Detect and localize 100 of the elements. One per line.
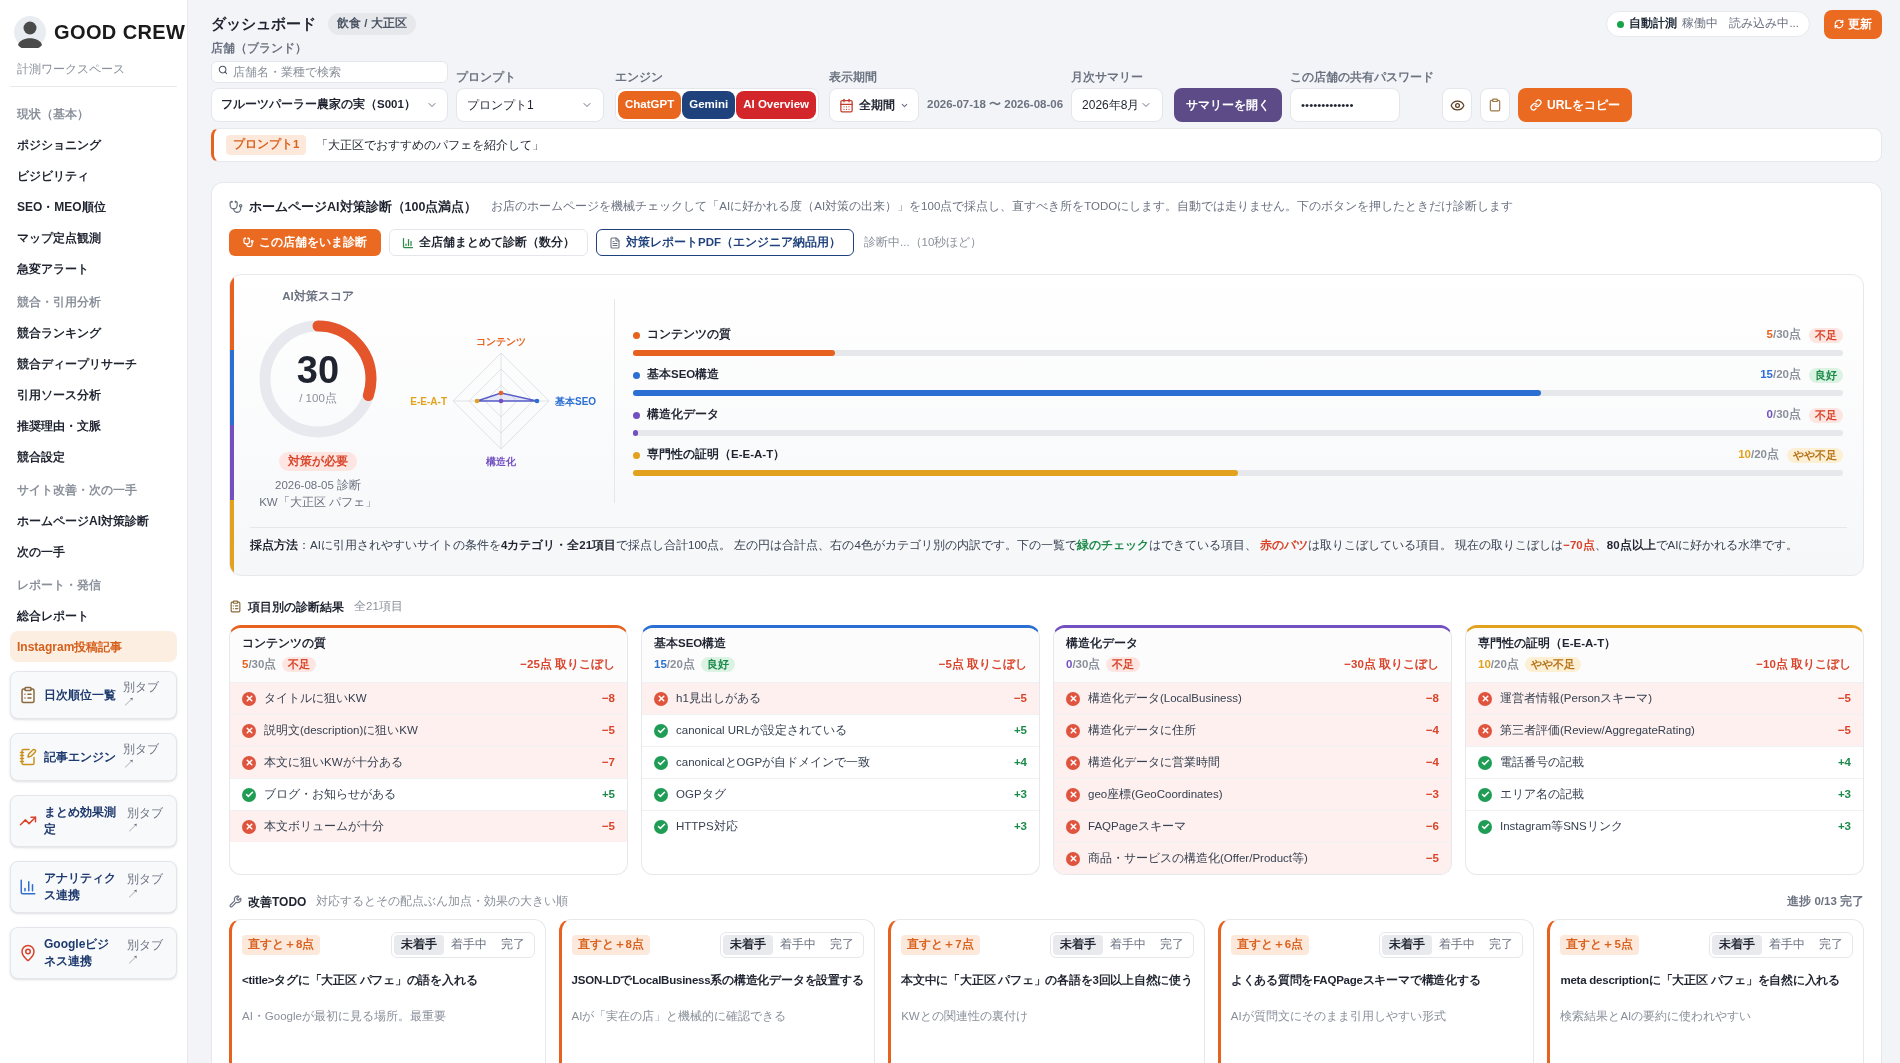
gain-tag: 直すと＋8点 [242, 935, 321, 955]
radar-axis-label: E-E-A-T [410, 395, 447, 407]
todo-note: AIが質問文にそのまま引用しやすい形式 [1230, 1009, 1447, 1024]
radar-point [534, 398, 540, 404]
status-option[interactable]: 未着手 [393, 935, 444, 955]
status-option[interactable]: 着手中 [1762, 935, 1812, 955]
calendar-icon [839, 97, 855, 113]
period-select[interactable]: 全期間 [829, 88, 920, 122]
external-link-card[interactable]: まとめ効果測定 別タブ ↗ [10, 795, 177, 847]
sidebar-nav-item[interactable]: 競合ディープリサーチ [10, 348, 177, 379]
gain-tag: 直すと＋6点 [1230, 935, 1310, 955]
category-name: 専門性の証明（E-E-A-T） [647, 446, 786, 463]
lost-points-text: −10点 取りこぼし [1756, 656, 1851, 672]
points-value: +3 [1837, 818, 1851, 834]
password-field[interactable]: ••••••••••••• [1290, 88, 1401, 122]
check-item-label: 電話番号の記載 [1500, 754, 1584, 770]
status-option[interactable]: 完了 [1152, 935, 1191, 955]
points-value: +3 [1013, 818, 1027, 834]
status-option[interactable]: 未着手 [1382, 935, 1433, 955]
status-option[interactable]: 着手中 [773, 935, 824, 955]
engine-toggle[interactable]: Gemini [682, 91, 736, 119]
field-label: プロンプト [456, 70, 517, 85]
check-item-label: 説明文(description)に狙いKW [264, 722, 418, 738]
sidebar-nav-item[interactable]: 次の一手 [10, 536, 177, 567]
card-title: コンテンツの質 [242, 636, 327, 652]
card-status-tag: 不足 [282, 657, 317, 672]
radar-area [476, 392, 538, 402]
field-label: 表示期間 [829, 70, 879, 85]
score-label: AI対策スコア [282, 289, 354, 304]
status-option[interactable]: 未着手 [723, 935, 774, 955]
sidebar-nav-item[interactable]: 引用ソース分析 [10, 379, 177, 410]
status-option[interactable]: 完了 [493, 935, 532, 955]
sidebar-nav-item[interactable]: マップ定点観測 [10, 222, 177, 253]
status-option[interactable]: 着手中 [1102, 935, 1153, 955]
category-score: 0/30点 [1766, 406, 1801, 423]
todo-title: JSON-LDでLocalBusiness系の構造化データを設置する [571, 974, 864, 986]
card-status-tag: 良好 [700, 657, 735, 672]
status-option[interactable]: 完了 [1482, 935, 1521, 955]
status-option[interactable]: 未着手 [1712, 935, 1762, 955]
check-item-label: 運営者情報(Personスキーマ) [1500, 690, 1653, 706]
clipboard-button[interactable] [1480, 88, 1511, 122]
field-label: エンジン [615, 70, 664, 85]
store-select[interactable]: フルーツパーラー農家の実（S001） [211, 88, 448, 122]
status-option[interactable]: 完了 [1812, 935, 1850, 955]
todo-title: <title>タグに「大正区 パフェ」の語を入れる [242, 974, 478, 986]
check-item-label: タイトルに狙いKW [264, 690, 367, 706]
workspace-label: 計測ワークスペース [16, 61, 126, 78]
external-link-card[interactable]: アナリティクス連携 別タブ ↗ [10, 861, 177, 913]
check-item-label: 本文ボリュームが十分 [264, 818, 384, 834]
points-value: +5 [1013, 722, 1027, 738]
todo-title: よくある質問をFAQPageスキーマで構造化する [1230, 974, 1481, 986]
points-value: −5 [1013, 690, 1027, 706]
points-value: −5 [1425, 850, 1439, 866]
status-option[interactable]: 着手中 [443, 935, 494, 955]
radar-point [498, 398, 504, 404]
show-password-button[interactable] [1442, 88, 1473, 122]
status-option[interactable]: 着手中 [1432, 935, 1483, 955]
prompt-tag: プロンプト1 [226, 135, 307, 155]
sidebar-nav-item[interactable]: ホームページAI対策診断 [10, 505, 177, 536]
card-status-tag: やや不足 [1524, 657, 1581, 672]
points-value: +4 [1837, 754, 1851, 770]
prompt-select[interactable]: プロンプト1 [456, 88, 604, 122]
check-item-label: FAQPageスキーマ [1088, 818, 1186, 834]
todo-title: meta descriptionに「大正区 パフェ」を自然に入れる [1560, 974, 1841, 986]
engine-toggle[interactable]: AI Overview [736, 91, 817, 119]
open-summary-button[interactable]: サマリーを開く [1174, 88, 1283, 122]
sidebar-nav-item[interactable]: ポジショニング [10, 129, 177, 160]
sidebar-nav-item[interactable]: 推奨理由・文脈 [10, 410, 177, 441]
sidebar-nav-item[interactable]: 競合ランキング [10, 317, 177, 348]
clipboard-icon [1488, 98, 1503, 112]
gain-tag: 直すと＋5点 [1560, 935, 1639, 955]
todo-note: KWとの関連性の裏付け [901, 1009, 1029, 1024]
points-value: −7 [601, 754, 615, 770]
points-value: −5 [601, 722, 615, 738]
diagnose-all-button[interactable]: 全店舗まとめて診断（数分） [389, 229, 588, 256]
stethoscope-icon [229, 200, 243, 214]
report-pdf-button[interactable]: 対策レポートPDF（エンジニア納品用） [596, 229, 854, 256]
category-name: 構造化データ [647, 407, 719, 423]
stethoscope-icon [243, 237, 254, 248]
new-tab-note: 別タブ ↗ [127, 872, 164, 902]
sidebar-nav-item[interactable]: SEO・MEO順位 [10, 191, 177, 222]
month-select[interactable]: 2026年8月 [1071, 88, 1164, 122]
sidebar-nav-item[interactable]: 総合レポート [10, 600, 177, 631]
sidebar-nav-item[interactable]: 急変アラート [10, 253, 177, 284]
check-item-label: ブログ・お知らせがある [264, 786, 396, 802]
check-item-label: HTTPS対応 [676, 818, 738, 834]
category-status-tag: やや不足 [1787, 447, 1843, 463]
todo-note: 検索結果とAIの要約に使われやすい [1560, 1009, 1753, 1024]
external-link-card[interactable]: Googleビジネス連携 別タブ ↗ [10, 927, 177, 979]
points-value: −5 [1837, 722, 1851, 738]
sidebar-nav-item[interactable]: ビジビリティ [10, 160, 177, 191]
radar-axis-label: コンテンツ [476, 336, 526, 347]
status-option[interactable]: 完了 [823, 935, 862, 955]
field-label: この店舗の共有パスワード [1290, 70, 1435, 85]
status-option[interactable]: 未着手 [1052, 935, 1103, 955]
sidebar-nav-item[interactable]: 競合設定 [10, 441, 177, 472]
search-field[interactable]: 店舗名・業種で検索 [211, 61, 448, 83]
section-subtitle: 対応するとその配点ぶん加点・効果の大きい順 [316, 893, 569, 909]
category-name: コンテンツの質 [647, 327, 731, 343]
check-item-label: 構造化データに営業時間 [1088, 754, 1220, 770]
